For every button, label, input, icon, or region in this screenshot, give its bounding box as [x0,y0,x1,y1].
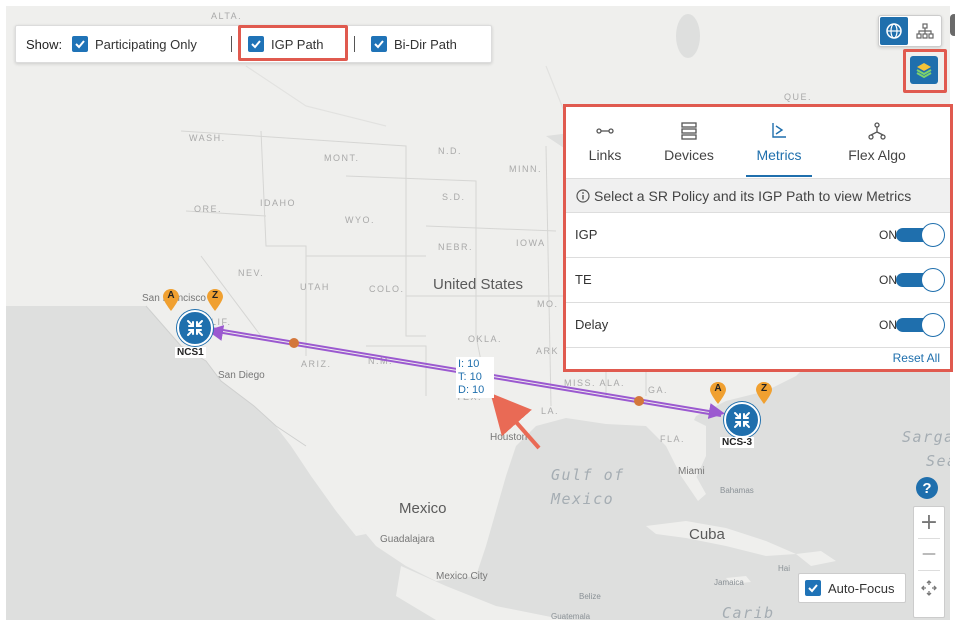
auto-focus-checkbox[interactable]: Auto-Focus [798,573,906,603]
plus-icon: + [919,509,939,535]
node-ncs1[interactable] [177,310,213,346]
zoom-out-button[interactable]: — [914,539,944,569]
show-label: Show: [26,36,63,52]
recenter-button[interactable] [914,573,944,603]
path-midpoint-east[interactable] [634,396,644,406]
tab-devices[interactable]: Devices [650,107,728,177]
fit-view-icon [921,580,937,596]
tab-metrics[interactable]: Metrics [746,107,812,177]
metrics-icon [772,123,786,138]
active-tab-indicator [746,175,812,177]
router-icon [734,412,750,428]
metric-row-te: TE ON [566,258,950,303]
reset-all-link[interactable]: Reset All [893,351,940,365]
node-label-ncs3: NCS-3 [720,437,755,448]
pin-a-ncs1[interactable]: A [163,289,179,311]
checkbox-checked-icon [371,36,387,52]
checkbox-bi-dir-path[interactable]: Bi-Dir Path [371,26,457,62]
metric-state-igp: ON [879,228,897,242]
view-toggle-group [878,15,942,47]
divider [354,36,355,52]
checkbox-checked-icon [805,580,821,596]
toggle-delay[interactable] [896,313,946,337]
topology-icon [916,23,934,39]
auto-focus-label: Auto-Focus [828,580,895,596]
metric-state-delay: ON [879,318,897,332]
links-icon [596,128,614,134]
minus-icon: — [922,546,936,562]
geo-view-button[interactable] [880,17,908,45]
path-midpoint-west[interactable] [289,338,299,348]
globe-icon [886,23,902,39]
toggle-te[interactable] [896,268,946,292]
checkbox-checked-icon [72,36,88,52]
help-icon: ? [922,479,932,497]
metric-name-igp: IGP [575,227,598,242]
metrics-info-bar: Select a SR Policy and its IGP Path to v… [566,179,950,213]
help-button[interactable]: ? [916,477,938,499]
divider [231,36,232,52]
pin-z-ncs3[interactable]: Z [756,382,772,404]
annotation-arrow [490,393,541,450]
router-icon [187,320,203,336]
node-ncs3[interactable] [724,402,760,438]
tab-flex-algo[interactable]: Flex Algo [834,107,920,177]
metric-row-delay: Delay ON [566,303,950,348]
metric-name-delay: Delay [575,317,609,332]
metric-delay-value: D: 10 [458,384,485,396]
checkbox-participating-only[interactable]: Participating Only [72,26,197,62]
igp-path-highlight [238,25,348,61]
topology-view: ALTA. WASH. MONT. N.D. MINN. ORE. IDAHO … [0,0,955,626]
side-handle[interactable] [950,14,955,36]
zoom-divider [918,570,940,571]
pin-z-ncs1[interactable]: Z [207,289,223,311]
participating-only-label: Participating Only [95,36,197,52]
metric-row-igp: IGP ON [566,213,950,258]
path-metric-label[interactable]: I: 10 T: 10 D: 10 [456,357,494,398]
layers-highlight [903,49,947,93]
bi-dir-path-label: Bi-Dir Path [394,36,457,52]
metric-name-te: TE [575,272,592,287]
metric-state-te: ON [879,273,897,287]
layers-panel: Links Devices Metrics Flex Algo Select a… [563,104,953,372]
pin-a-ncs3[interactable]: A [710,382,726,404]
logical-view-button[interactable] [911,17,939,45]
zoom-in-button[interactable]: + [914,507,944,537]
toggle-igp[interactable] [896,223,946,247]
metric-igp-value: I: 10 [458,358,480,370]
metric-te-value: T: 10 [458,371,482,383]
metrics-info-text: Select a SR Policy and its IGP Path to v… [594,187,912,204]
node-label-ncs1: NCS1 [175,347,206,358]
tab-links[interactable]: Links [566,107,644,177]
panel-tabs: Links Devices Metrics Flex Algo [566,107,950,179]
devices-icon [681,122,697,140]
info-icon [576,188,590,203]
zoom-controls: + — [913,506,945,618]
flex-algo-icon [868,122,886,140]
